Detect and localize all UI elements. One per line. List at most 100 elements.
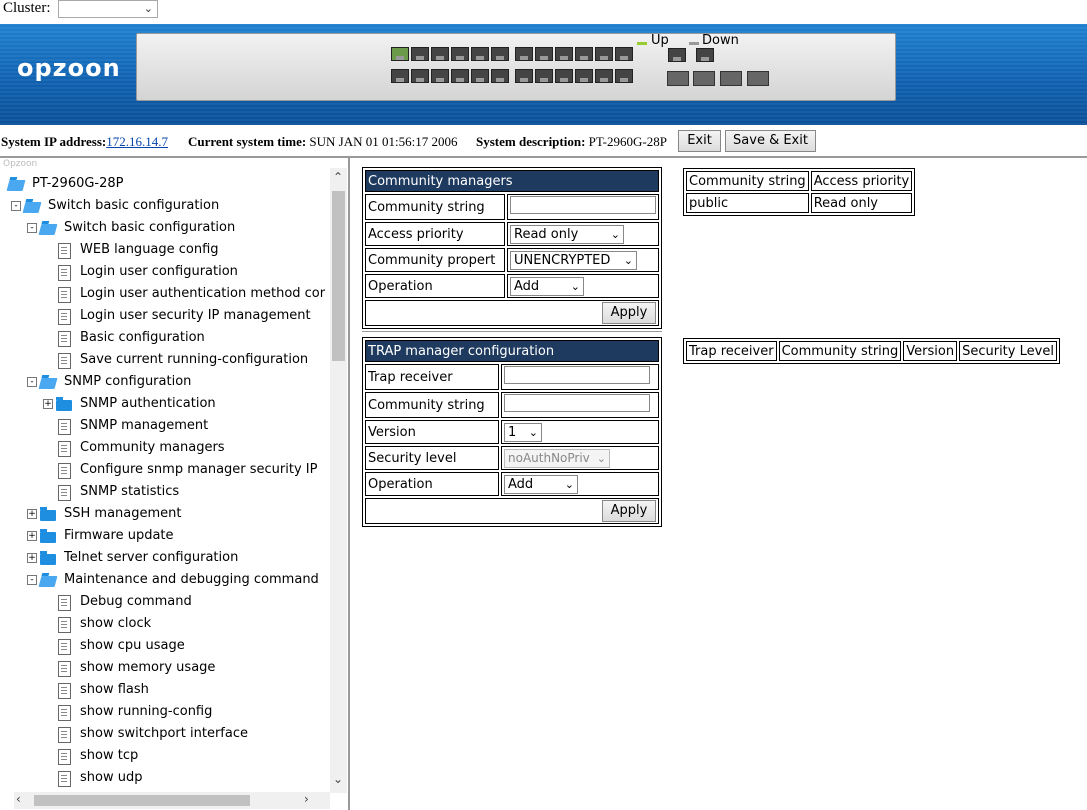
tree-node[interactable]: Basic configuration <box>80 327 330 349</box>
collapse-icon[interactable]: - <box>27 223 37 233</box>
tree-node[interactable]: show flash <box>80 679 330 701</box>
access-priority-select[interactable]: Read only ⌄ <box>510 224 624 244</box>
ethernet-port-icon[interactable] <box>431 69 449 83</box>
cluster-select[interactable]: ⌄ <box>58 0 158 18</box>
ethernet-port-icon[interactable] <box>391 69 409 83</box>
tree-node[interactable]: show clock <box>80 613 330 635</box>
ethernet-port-icon[interactable] <box>515 69 533 83</box>
tree-node[interactable]: Maintenance and debugging command <box>64 569 330 591</box>
ethernet-port-icon[interactable] <box>575 47 593 61</box>
tree-node[interactable]: show switchport interface <box>80 723 330 745</box>
tree-node[interactable]: Switch basic configuration <box>64 217 330 239</box>
trap-operation-value: Add <box>508 476 534 492</box>
collapse-icon[interactable]: - <box>27 377 37 387</box>
ethernet-port-icon[interactable] <box>491 47 509 61</box>
trap-receiver-input[interactable] <box>504 366 650 384</box>
tree-node[interactable]: Save current running-configuration <box>80 349 330 371</box>
chevron-down-icon: ⌄ <box>528 425 538 439</box>
trap-community-string-input[interactable] <box>504 394 650 412</box>
ethernet-port-icon[interactable] <box>391 47 409 61</box>
tree-node[interactable]: SSH management <box>64 503 330 525</box>
tree-node[interactable]: show cpu usage <box>80 635 330 657</box>
ethernet-port-icon[interactable] <box>615 69 633 83</box>
tree-node[interactable]: PT-2960G-28P <box>32 173 330 195</box>
sfp-port-icon[interactable] <box>747 71 769 86</box>
ethernet-port-icon[interactable] <box>668 48 686 62</box>
tree-node[interactable]: Debug command <box>80 591 330 613</box>
ethernet-port-icon[interactable] <box>575 69 593 83</box>
ethernet-port-icon[interactable] <box>696 48 714 62</box>
ethernet-port-icon[interactable] <box>555 69 573 83</box>
access-priority-value: Read only <box>514 226 579 242</box>
ethernet-port-icon[interactable] <box>615 47 633 61</box>
ethernet-port-icon[interactable] <box>555 47 573 61</box>
collapse-icon[interactable]: - <box>11 201 21 211</box>
vertical-scrollbar[interactable]: ⌃ ⌄ <box>330 168 347 793</box>
tree-node-label: SNMP authentication <box>80 396 216 411</box>
community-apply-button[interactable]: Apply <box>602 302 656 324</box>
ethernet-port-icon[interactable] <box>491 69 509 83</box>
tree-node[interactable]: Configure snmp manager security IP <box>80 459 330 481</box>
tree-node[interactable]: Firmware update <box>64 525 330 547</box>
table-row[interactable]: public Read only <box>686 193 913 213</box>
ethernet-port-icon[interactable] <box>515 47 533 61</box>
vertical-scroll-thumb[interactable] <box>332 191 345 361</box>
trap-version-select[interactable]: 1 ⌄ <box>504 422 542 442</box>
horizontal-scrollbar[interactable]: ‹ › <box>14 792 330 809</box>
folder-icon <box>40 529 56 543</box>
ethernet-port-icon[interactable] <box>451 47 469 61</box>
ethernet-port-icon[interactable] <box>471 47 489 61</box>
ethernet-port-icon[interactable] <box>595 69 613 83</box>
save-exit-button[interactable]: Save & Exit <box>725 130 816 152</box>
tree-node[interactable]: show memory usage <box>80 657 330 679</box>
trap-operation-select[interactable]: Add ⌄ <box>504 474 578 494</box>
tree-node[interactable]: Community managers <box>80 437 330 459</box>
ethernet-port-icon[interactable] <box>595 47 613 61</box>
tree-node[interactable]: show tcp <box>80 745 330 767</box>
ethernet-port-icon[interactable] <box>535 47 553 61</box>
sfp-port-icon[interactable] <box>720 71 742 86</box>
scroll-left-icon[interactable]: ‹ <box>16 792 21 806</box>
scroll-right-icon[interactable]: › <box>304 792 309 806</box>
tree-node[interactable]: show running-config <box>80 701 330 723</box>
scroll-down-icon[interactable]: ⌄ <box>333 772 343 786</box>
tree-node[interactable]: SNMP configuration <box>64 371 330 393</box>
document-icon <box>58 331 71 347</box>
tree-node[interactable]: SNMP authentication <box>80 393 330 415</box>
ethernet-port-icon[interactable] <box>471 69 489 83</box>
tree-node[interactable]: Login user configuration <box>80 261 330 283</box>
tree-node-label: show clock <box>80 616 152 631</box>
expand-icon[interactable]: + <box>27 553 37 563</box>
scroll-up-icon[interactable]: ⌃ <box>333 170 343 184</box>
tree-node[interactable]: Telnet server configuration <box>64 547 330 569</box>
tree-node[interactable]: SNMP statistics <box>80 481 330 503</box>
tree-node-label: show flash <box>80 682 149 697</box>
tree-node[interactable]: show udp <box>80 767 330 789</box>
expand-icon[interactable]: + <box>27 509 37 519</box>
exit-button[interactable]: Exit <box>678 130 721 152</box>
expand-icon[interactable]: + <box>43 399 53 409</box>
ethernet-port-icon[interactable] <box>451 69 469 83</box>
community-string-input[interactable] <box>510 196 656 214</box>
community-operation-select[interactable]: Add ⌄ <box>510 276 584 296</box>
collapse-icon[interactable]: - <box>27 575 37 585</box>
expand-icon[interactable]: + <box>27 531 37 541</box>
community-property-select[interactable]: UNENCRYPTED ⌄ <box>510 250 637 270</box>
ethernet-port-icon[interactable] <box>411 47 429 61</box>
tree-node[interactable]: SNMP management <box>80 415 330 437</box>
ethernet-port-icon[interactable] <box>535 69 553 83</box>
trap-apply-button[interactable]: Apply <box>602 500 656 522</box>
community-list-header: Access priority <box>810 171 913 191</box>
tree-node[interactable]: WEB language config <box>80 239 330 261</box>
horizontal-scroll-thumb[interactable] <box>34 795 250 806</box>
tree-node[interactable]: Switch basic configuration <box>48 195 330 217</box>
ethernet-port-icon[interactable] <box>411 69 429 83</box>
tree-node[interactable]: Login user authentication method cor <box>80 283 330 305</box>
ethernet-port-icon[interactable] <box>431 47 449 61</box>
system-ip-link[interactable]: 172.16.14.7 <box>106 134 168 149</box>
tree-node[interactable]: Login user security IP management <box>80 305 330 327</box>
community-operation-label: Operation <box>365 274 505 298</box>
sfp-port-icon[interactable] <box>693 71 715 86</box>
legend-down-swatch <box>689 42 699 45</box>
sfp-port-icon[interactable] <box>667 71 689 86</box>
